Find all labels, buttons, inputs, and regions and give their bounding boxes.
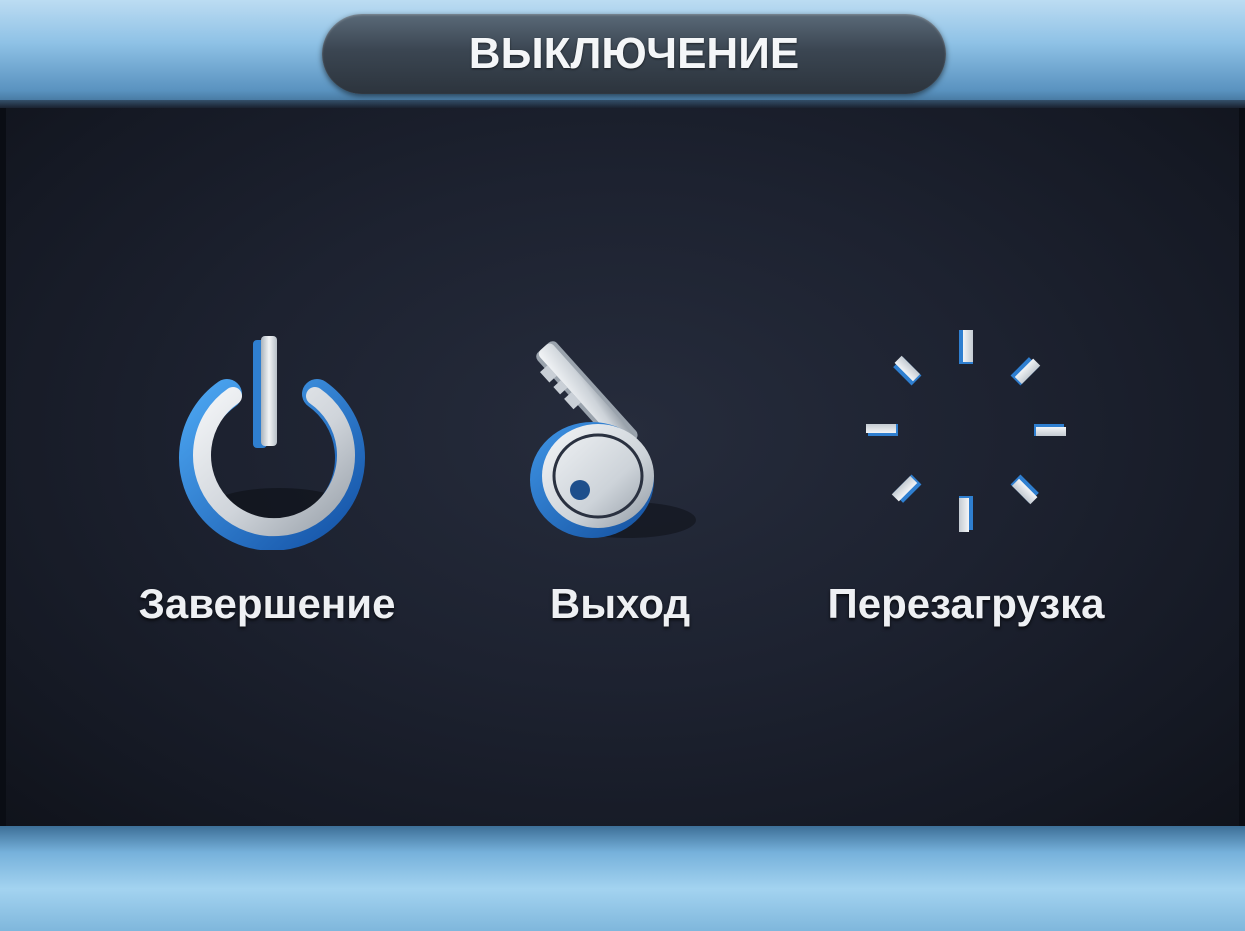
logout-option-label: Выход <box>549 580 691 627</box>
logout-option-button[interactable]: Выход <box>460 330 780 640</box>
reboot-option-label: Перезагрузка <box>827 580 1105 627</box>
power-icon <box>179 336 365 550</box>
shutdown-screen: ВЫКЛЮЧЕНИЕ Завершение Выход Перезагрузка <box>0 0 1245 931</box>
shutdown-option-label: Завершение <box>138 580 396 627</box>
dialog-title: ВЫКЛЮЧЕНИЕ <box>468 29 800 78</box>
key-icon <box>530 341 696 538</box>
restart-spinner-icon <box>866 330 1066 532</box>
reboot-option-button[interactable]: Перезагрузка <box>806 330 1126 640</box>
bottom-frame-bar <box>0 826 1245 931</box>
top-frame-edge <box>0 100 1245 108</box>
dialog-title-bar: ВЫКЛЮЧЕНИЕ <box>322 14 946 94</box>
shutdown-option-button[interactable]: Завершение <box>107 330 427 640</box>
